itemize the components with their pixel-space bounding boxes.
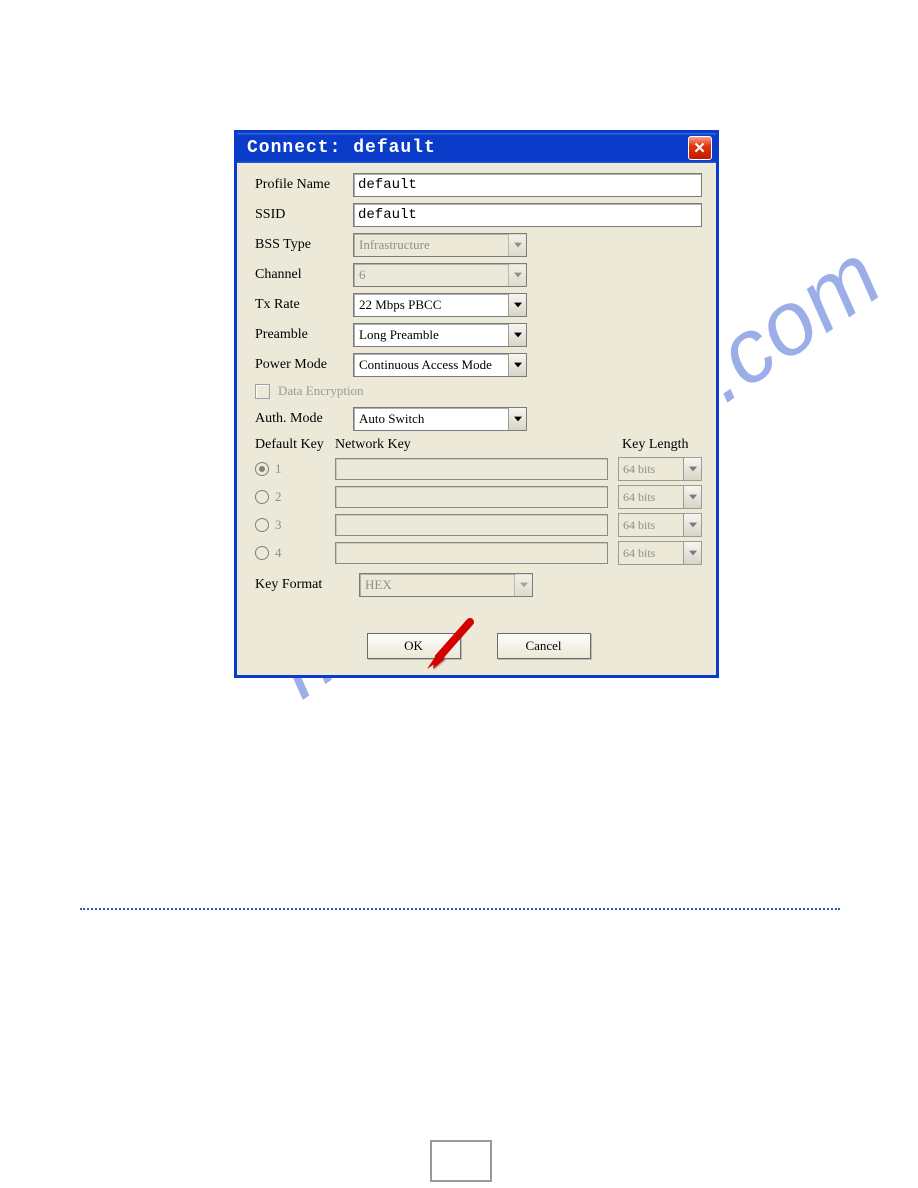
bss-type-value: Infrastructure bbox=[354, 237, 435, 253]
data-encryption-checkbox bbox=[255, 384, 270, 399]
bss-type-label: BSS Type bbox=[255, 237, 353, 253]
key-number-4: 4 bbox=[275, 545, 282, 561]
key-row: 2 64 bits bbox=[255, 485, 702, 509]
tx-rate-value: 22 Mbps PBCC bbox=[354, 297, 446, 313]
key-row: 3 64 bits bbox=[255, 513, 702, 537]
key-format-combo: HEX bbox=[359, 573, 533, 597]
key-radio-1 bbox=[255, 462, 269, 476]
key-length-value-4: 64 bits bbox=[619, 546, 659, 561]
preamble-label: Preamble bbox=[255, 327, 353, 343]
ok-button[interactable]: OK bbox=[367, 633, 461, 659]
key-input-2 bbox=[335, 486, 608, 508]
key-input-4 bbox=[335, 542, 608, 564]
preamble-combo[interactable]: Long Preamble bbox=[353, 323, 527, 347]
chevron-down-icon bbox=[508, 294, 526, 316]
profile-name-input[interactable] bbox=[353, 173, 702, 197]
key-radio-4 bbox=[255, 546, 269, 560]
auth-mode-combo[interactable]: Auto Switch bbox=[353, 407, 527, 431]
chevron-down-icon bbox=[683, 542, 701, 564]
cancel-button[interactable]: Cancel bbox=[497, 633, 591, 659]
auth-mode-value: Auto Switch bbox=[354, 411, 429, 427]
chevron-down-icon bbox=[514, 574, 532, 596]
chevron-down-icon bbox=[508, 264, 526, 286]
key-length-label: Key Length bbox=[622, 437, 702, 453]
key-input-3 bbox=[335, 514, 608, 536]
key-length-value-1: 64 bits bbox=[619, 462, 659, 477]
key-format-value: HEX bbox=[360, 577, 397, 593]
tx-rate-label: Tx Rate bbox=[255, 297, 353, 313]
profile-name-label: Profile Name bbox=[255, 177, 353, 193]
key-format-label: Key Format bbox=[255, 577, 359, 593]
chevron-down-icon bbox=[508, 324, 526, 346]
key-input-1 bbox=[335, 458, 608, 480]
key-row: 4 64 bits bbox=[255, 541, 702, 565]
key-length-combo-3: 64 bits bbox=[618, 513, 702, 537]
page-number-box bbox=[430, 1140, 492, 1182]
key-length-combo-2: 64 bits bbox=[618, 485, 702, 509]
close-button[interactable]: ✕ bbox=[688, 136, 712, 160]
key-number-3: 3 bbox=[275, 517, 282, 533]
dialog-title: Connect: default bbox=[247, 138, 436, 158]
data-encryption-label: Data Encryption bbox=[278, 383, 364, 399]
tx-rate-combo[interactable]: 22 Mbps PBCC bbox=[353, 293, 527, 317]
key-number-2: 2 bbox=[275, 489, 282, 505]
channel-label: Channel bbox=[255, 267, 353, 283]
chevron-down-icon bbox=[508, 408, 526, 430]
chevron-down-icon bbox=[508, 354, 526, 376]
titlebar: Connect: default ✕ bbox=[237, 133, 716, 163]
channel-value: 6 bbox=[354, 267, 371, 283]
ssid-label: SSID bbox=[255, 207, 353, 223]
chevron-down-icon bbox=[683, 514, 701, 536]
key-length-combo-4: 64 bits bbox=[618, 541, 702, 565]
key-row: 1 64 bits bbox=[255, 457, 702, 481]
chevron-down-icon bbox=[683, 458, 701, 480]
chevron-down-icon bbox=[683, 486, 701, 508]
key-radio-3 bbox=[255, 518, 269, 532]
power-mode-value: Continuous Access Mode bbox=[354, 357, 497, 373]
bss-type-combo: Infrastructure bbox=[353, 233, 527, 257]
channel-combo: 6 bbox=[353, 263, 527, 287]
auth-mode-label: Auth. Mode bbox=[255, 411, 353, 427]
key-length-value-3: 64 bits bbox=[619, 518, 659, 533]
ssid-input[interactable] bbox=[353, 203, 702, 227]
connect-dialog: Connect: default ✕ Profile Name SSID BSS… bbox=[234, 130, 719, 678]
close-icon: ✕ bbox=[693, 139, 707, 157]
power-mode-label: Power Mode bbox=[255, 357, 353, 373]
key-number-1: 1 bbox=[275, 461, 282, 477]
power-mode-combo[interactable]: Continuous Access Mode bbox=[353, 353, 527, 377]
key-length-value-2: 64 bits bbox=[619, 490, 659, 505]
network-key-label: Network Key bbox=[335, 437, 622, 453]
preamble-value: Long Preamble bbox=[354, 327, 444, 343]
dotted-divider bbox=[80, 908, 840, 910]
default-key-label: Default Key bbox=[255, 437, 335, 453]
key-radio-2 bbox=[255, 490, 269, 504]
key-length-combo-1: 64 bits bbox=[618, 457, 702, 481]
chevron-down-icon bbox=[508, 234, 526, 256]
